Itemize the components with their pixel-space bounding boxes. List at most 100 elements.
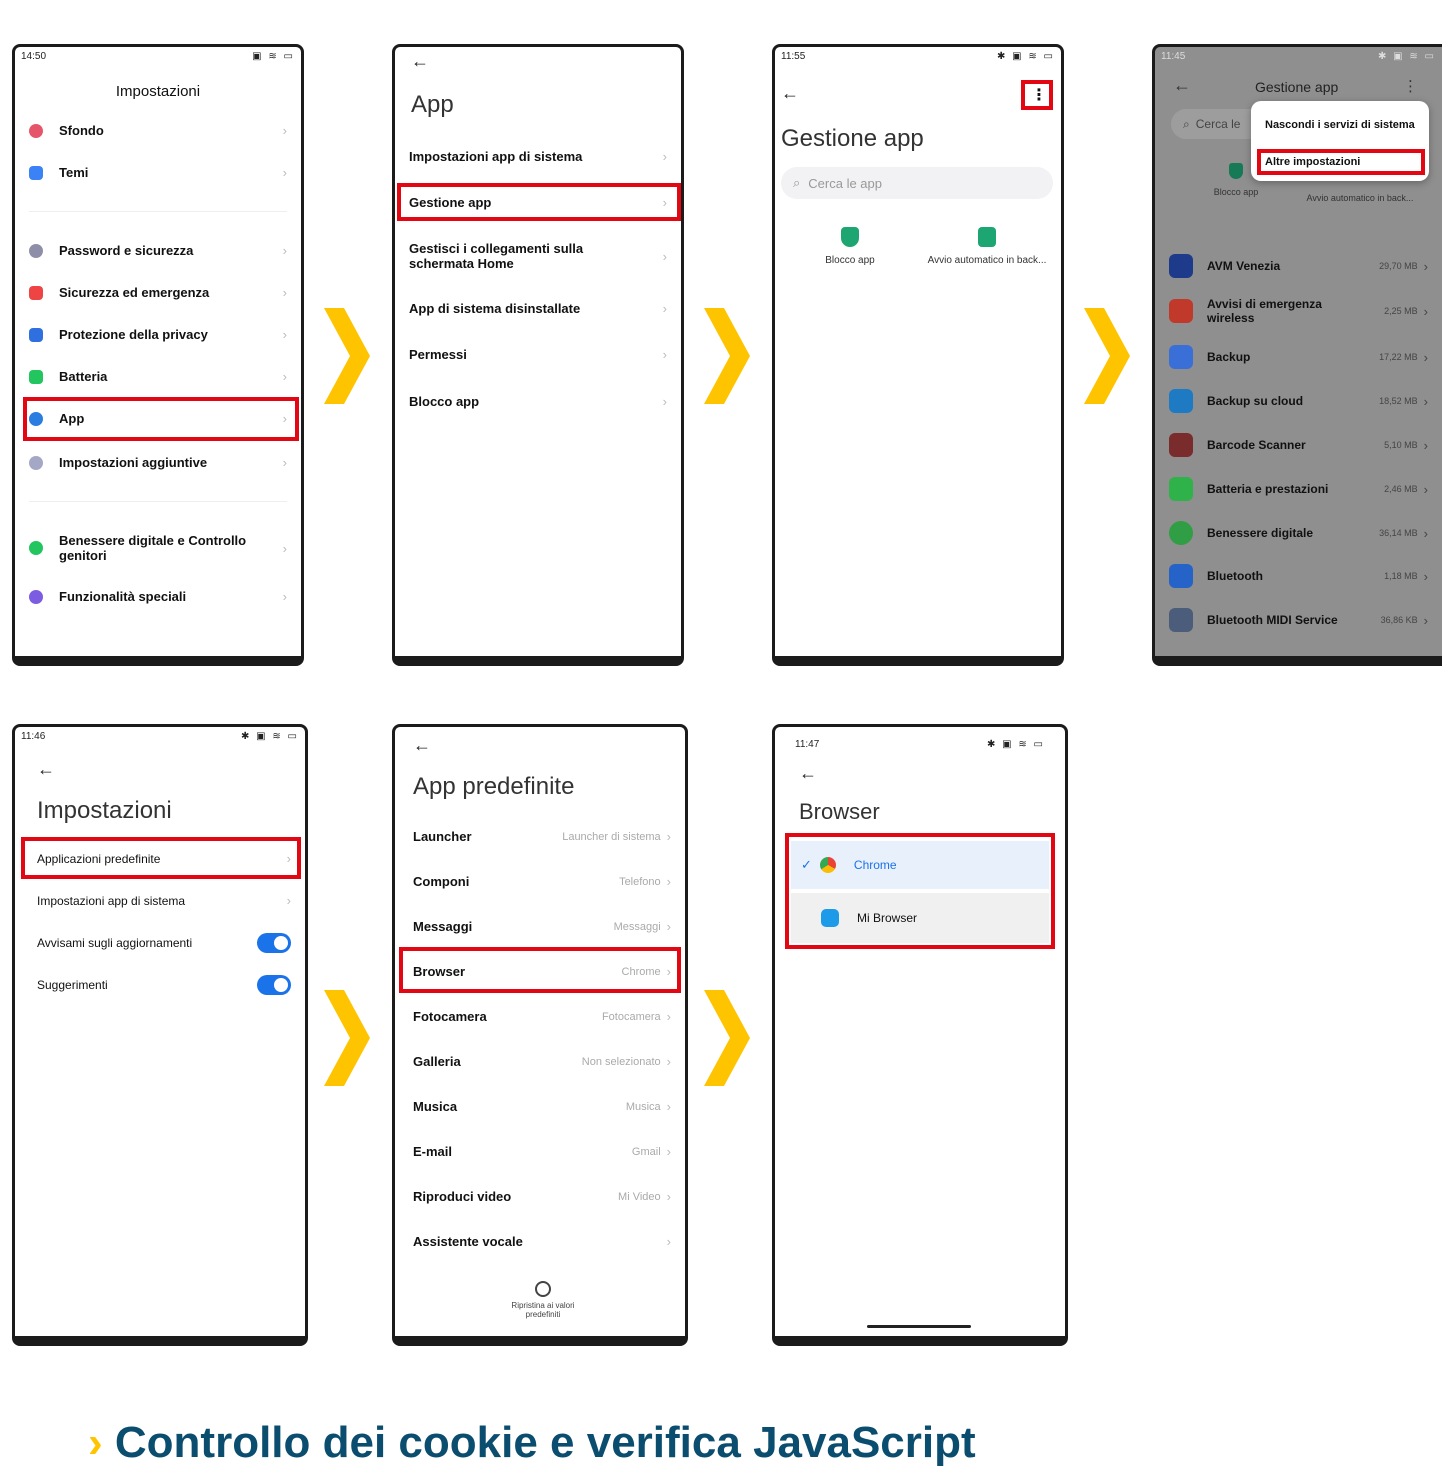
phone-screen-default-apps: ← App predefinite Launcher Launcher di si… bbox=[392, 724, 688, 1346]
status-bar: 11:47 ✱ ▣ ≋ ▭ bbox=[795, 739, 1045, 750]
special-features-icon bbox=[29, 589, 43, 604]
chevron-right-icon: › bbox=[666, 1009, 671, 1024]
settings-item-password[interactable]: Password e sicurezza › bbox=[29, 243, 287, 258]
back-arrow-icon[interactable]: ← bbox=[413, 735, 431, 756]
chevron-right-icon: › bbox=[666, 874, 671, 889]
default-app-camera[interactable]: Fotocamera Fotocamera › bbox=[413, 1009, 671, 1024]
default-app-email[interactable]: E-mail Gmail › bbox=[413, 1144, 671, 1159]
settings-item-wellbeing[interactable]: Benessere digitale e Controllo genitori › bbox=[29, 533, 287, 563]
search-icon: ⌕ bbox=[1183, 116, 1190, 131]
back-arrow-icon[interactable]: ← bbox=[1173, 75, 1191, 96]
back-arrow-icon[interactable]: ← bbox=[781, 83, 799, 104]
next-step-arrow-icon bbox=[704, 308, 750, 404]
settings-item-special[interactable]: Funzionalità speciali › bbox=[29, 589, 287, 604]
app-item-permissions[interactable]: Permessi › bbox=[409, 347, 667, 362]
next-step-arrow-icon bbox=[704, 990, 750, 1086]
app-list-item[interactable]: Barcode Scanner 5,10 MB › bbox=[1169, 432, 1428, 458]
chevron-right-icon: › bbox=[662, 248, 667, 264]
privacy-icon bbox=[29, 327, 43, 342]
app-item-uninstalled[interactable]: App di sistema disinstallate › bbox=[409, 301, 667, 316]
wellbeing-icon bbox=[1169, 521, 1193, 545]
chevron-right-icon: › bbox=[666, 1054, 671, 1069]
search-input[interactable]: ⌕ Cerca le app bbox=[781, 167, 1053, 199]
chevron-right-icon: › bbox=[662, 347, 667, 362]
shortcut-app-lock[interactable]: Blocco app bbox=[805, 227, 895, 266]
default-app-messages[interactable]: Messaggi Messaggi › bbox=[413, 919, 671, 934]
app-item-home-shortcuts[interactable]: Gestisci i collegamenti sulla schermata … bbox=[409, 241, 667, 271]
chevron-right-icon: › bbox=[1423, 303, 1428, 319]
chevron-right-icon: › bbox=[88, 1418, 103, 1467]
highlight-box bbox=[397, 183, 681, 221]
app-item-system-settings[interactable]: Impostazioni app di sistema › bbox=[409, 149, 667, 164]
shortcut-autostart[interactable]: Avvio automatico in back... bbox=[1295, 193, 1425, 203]
default-app-launcher[interactable]: Launcher Launcher di sistema › bbox=[413, 829, 671, 844]
next-step-arrow-icon bbox=[324, 990, 370, 1086]
settings-item-additional[interactable]: Impostazioni aggiuntive › bbox=[29, 455, 287, 470]
update-alerts-toggle[interactable] bbox=[257, 933, 291, 953]
suggestions-toggle[interactable] bbox=[257, 975, 291, 995]
highlight-box bbox=[1257, 149, 1425, 175]
chevron-right-icon: › bbox=[1423, 568, 1428, 584]
settings-item-privacy[interactable]: Protezione della privacy › bbox=[29, 327, 287, 342]
app-list-item[interactable]: AVM Venezia 29,70 MB › bbox=[1169, 253, 1428, 279]
app-list-item[interactable]: Avvisi di emergenza wireless 2,25 MB › bbox=[1169, 293, 1428, 329]
page-title: Impostazioni bbox=[115, 83, 201, 100]
app-list-item[interactable]: Batteria e prestazioni 2,46 MB › bbox=[1169, 476, 1428, 502]
chevron-right-icon: › bbox=[1423, 349, 1428, 365]
app-list-item[interactable]: Bluetooth 1,18 MB › bbox=[1169, 563, 1428, 589]
settings-item-system-app-settings[interactable]: Impostazioni app di sistema › bbox=[37, 893, 291, 908]
default-app-assistant[interactable]: Assistente vocale › bbox=[413, 1234, 671, 1249]
reset-defaults-button[interactable]: Ripristina ai valori predefiniti bbox=[493, 1281, 593, 1319]
shortcut-autostart[interactable]: Avvio automatico in back... bbox=[921, 227, 1053, 266]
chevron-right-icon: › bbox=[282, 285, 287, 300]
chevron-right-icon: › bbox=[1423, 612, 1428, 628]
toggle-icon bbox=[978, 227, 996, 247]
chevron-right-icon: › bbox=[282, 165, 287, 180]
lock-icon bbox=[29, 243, 43, 258]
default-app-gallery[interactable]: Galleria Non selezionato › bbox=[413, 1054, 671, 1069]
back-arrow-icon[interactable]: ← bbox=[799, 763, 817, 784]
default-app-music[interactable]: Musica Musica › bbox=[413, 1099, 671, 1114]
highlight-box bbox=[1021, 80, 1053, 110]
highlight-box bbox=[23, 397, 299, 441]
back-arrow-icon[interactable]: ← bbox=[37, 759, 55, 780]
status-bar: 11:46 ✱ ▣ ≋ ▭ bbox=[21, 731, 299, 742]
app-list-item[interactable]: Backup 17,22 MB › bbox=[1169, 344, 1428, 370]
backup-icon bbox=[1169, 345, 1193, 369]
phone-screen-manage-apps: 11:55 ✱ ▣ ≋ ▭ ← ⋮ Gestione app ⌕ Cerca le … bbox=[772, 44, 1064, 666]
page-title: Gestione app bbox=[781, 125, 924, 152]
settings-item-suggestions[interactable]: Suggerimenti bbox=[37, 975, 291, 995]
chevron-right-icon: › bbox=[666, 1189, 671, 1204]
divider bbox=[29, 211, 287, 212]
back-arrow-icon[interactable]: ← bbox=[411, 51, 429, 72]
chevron-right-icon: › bbox=[662, 394, 667, 409]
app-list-item[interactable]: Benessere digitale 36,14 MB › bbox=[1169, 520, 1428, 546]
more-options-icon[interactable]: ⋮ bbox=[1403, 77, 1418, 95]
chevron-right-icon: › bbox=[666, 1099, 671, 1114]
default-app-dialer[interactable]: Componi Telefono › bbox=[413, 874, 671, 889]
chevron-right-icon: › bbox=[1423, 481, 1428, 497]
battery-icon bbox=[1169, 477, 1193, 501]
chevron-right-icon: › bbox=[666, 829, 671, 844]
app-list-item[interactable]: Bluetooth MIDI Service 36,86 KB › bbox=[1169, 607, 1428, 633]
next-step-arrow-icon bbox=[324, 308, 370, 404]
bluetooth-icon bbox=[1169, 564, 1193, 588]
chevron-right-icon: › bbox=[282, 123, 287, 138]
page-title: Impostazioni bbox=[37, 797, 172, 824]
app-list-item[interactable]: Backup su cloud 18,52 MB › bbox=[1169, 388, 1428, 414]
page-title: Browser bbox=[799, 799, 880, 824]
settings-item-emergency[interactable]: Sicurezza ed emergenza › bbox=[29, 285, 287, 300]
default-app-video[interactable]: Riproduci video Mi Video › bbox=[413, 1189, 671, 1204]
app-item-app-lock[interactable]: Blocco app › bbox=[409, 394, 667, 409]
phone-screen-app: ← App Impostazioni app di sistema › Gesti… bbox=[392, 44, 684, 666]
menu-item-hide-system[interactable]: Nascondi i servizi di sistema bbox=[1265, 119, 1415, 131]
chevron-right-icon: › bbox=[282, 589, 287, 604]
chevron-right-icon: › bbox=[282, 369, 287, 384]
settings-item-temi[interactable]: Temi › bbox=[29, 165, 287, 180]
settings-item-battery[interactable]: Batteria › bbox=[29, 369, 287, 384]
settings-item-update-alerts[interactable]: Avvisami sugli aggiornamenti bbox=[37, 933, 291, 953]
theme-icon bbox=[29, 165, 43, 180]
app-icon-avm bbox=[1169, 254, 1193, 278]
highlight-box bbox=[399, 947, 681, 993]
settings-item-sfondo[interactable]: Sfondo › bbox=[29, 123, 287, 138]
